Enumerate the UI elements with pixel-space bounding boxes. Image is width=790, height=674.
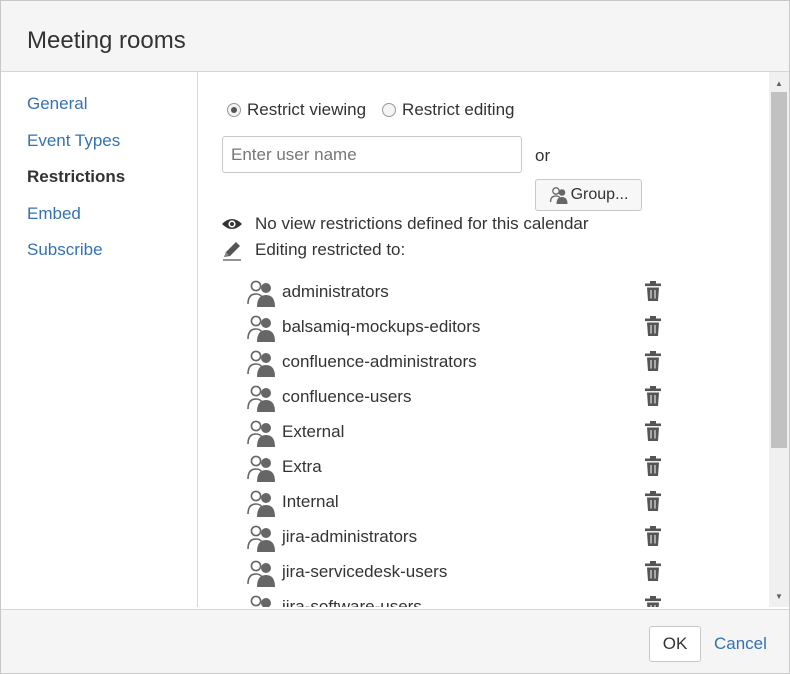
group-row: External (246, 414, 666, 449)
trash-icon[interactable] (644, 455, 662, 477)
dialog-footer: OK Cancel (1, 609, 789, 673)
group-row: jira-servicedesk-users (246, 554, 666, 589)
nav-item-general[interactable]: General (27, 94, 87, 114)
restrict-editing-radio[interactable] (382, 103, 397, 117)
or-label: or (535, 146, 551, 165)
group-icon (246, 452, 280, 482)
group-row: Extra (246, 449, 666, 484)
cancel-link[interactable]: Cancel (714, 634, 767, 654)
scroll-up-arrow-icon[interactable]: ▲ (769, 74, 789, 92)
settings-nav: General Event Types Restrictions Embed S… (1, 72, 198, 607)
scroll-down-arrow-icon[interactable]: ▼ (769, 587, 789, 605)
group-picker-button[interactable]: Group... (535, 179, 642, 211)
group-icon (246, 417, 280, 447)
group-name: confluence-users (282, 386, 412, 406)
nav-item-embed[interactable]: Embed (27, 204, 81, 224)
trash-icon[interactable] (644, 560, 662, 582)
group-icon (246, 557, 280, 587)
group-name: Extra (282, 456, 322, 476)
vertical-scrollbar[interactable]: ▲ ▼ (769, 72, 789, 607)
group-icon (246, 312, 280, 342)
dialog-header: Meeting rooms (1, 1, 789, 72)
eye-icon (221, 217, 243, 231)
trash-icon[interactable] (644, 315, 662, 337)
group-row: Internal (246, 484, 666, 519)
group-name: Internal (282, 491, 339, 511)
edit-restriction-status: Editing restricted to: (221, 239, 405, 261)
group-row: jira-administrators (246, 519, 666, 554)
dialog-title: Meeting rooms (27, 27, 186, 54)
group-name: jira-servicedesk-users (282, 561, 448, 581)
view-status-text: No view restrictions defined for this ca… (255, 214, 589, 233)
group-button-label: Group... (570, 186, 629, 203)
group-icon (246, 382, 280, 412)
restrictions-panel: Restrict viewing Restrict editing or Gro… (199, 72, 769, 607)
group-icon (246, 522, 280, 552)
restrict-viewing-radio[interactable] (227, 103, 241, 117)
edit-status-text: Editing restricted to: (255, 240, 406, 259)
user-name-input[interactable] (222, 136, 522, 173)
group-row: jira-software-users (246, 589, 666, 607)
group-row: administrators (246, 274, 666, 309)
group-name: External (282, 421, 345, 441)
group-name: jira-software-users (282, 596, 422, 608)
trash-icon[interactable] (644, 385, 662, 407)
restrict-viewing-label[interactable]: Restrict viewing (247, 100, 366, 120)
pencil-icon (221, 239, 243, 261)
ok-button[interactable]: OK (649, 626, 701, 662)
trash-icon[interactable] (644, 280, 662, 302)
nav-item-subscribe[interactable]: Subscribe (27, 240, 103, 260)
meeting-rooms-dialog: Meeting rooms General Event Types Restri… (0, 0, 790, 674)
group-row: confluence-users (246, 379, 666, 414)
group-icon (246, 277, 280, 307)
group-icon (246, 592, 280, 607)
scroll-thumb[interactable] (771, 92, 787, 448)
trash-icon[interactable] (644, 420, 662, 442)
view-restriction-status: No view restrictions defined for this ca… (221, 214, 589, 234)
restriction-mode-group: Restrict viewing Restrict editing (227, 100, 530, 120)
trash-icon[interactable] (644, 350, 662, 372)
group-name: confluence-administrators (282, 351, 477, 371)
group-name: administrators (282, 281, 389, 301)
trash-icon[interactable] (644, 525, 662, 547)
group-icon (246, 487, 280, 517)
group-icon (549, 187, 568, 204)
trash-icon[interactable] (644, 490, 662, 512)
group-name: balsamiq-mockups-editors (282, 316, 481, 336)
nav-item-restrictions[interactable]: Restrictions (27, 167, 125, 187)
group-row: balsamiq-mockups-editors (246, 309, 666, 344)
group-row: confluence-administrators (246, 344, 666, 379)
group-name: jira-administrators (282, 526, 418, 546)
trash-icon[interactable] (644, 595, 662, 607)
group-icon (246, 347, 280, 377)
nav-item-event-types[interactable]: Event Types (27, 131, 120, 151)
restrict-editing-label[interactable]: Restrict editing (402, 100, 514, 120)
